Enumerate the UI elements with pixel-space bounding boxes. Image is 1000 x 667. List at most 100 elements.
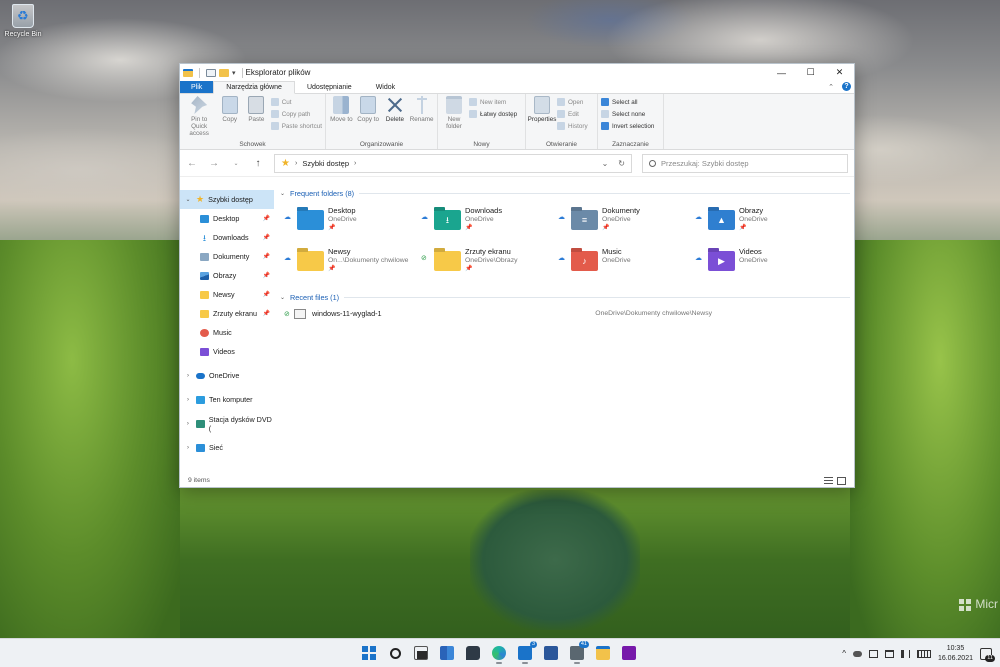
copy-to-button[interactable]: Copy to: [356, 96, 381, 140]
back-arrow-icon[interactable]: ←: [186, 158, 198, 169]
folder-tile[interactable]: ☁ Desktop OneDrive 📌: [284, 204, 421, 243]
word-button[interactable]: [540, 642, 562, 664]
edge-button[interactable]: [488, 642, 510, 664]
keyboard-icon[interactable]: [916, 649, 931, 658]
new-item-button[interactable]: New item: [469, 97, 517, 107]
tab-widok[interactable]: Widok: [364, 81, 407, 93]
tab-narzedzia-glowne[interactable]: Narzędzia główne: [213, 81, 295, 94]
folder-tile[interactable]: ☁ ♪ Music OneDrive: [558, 245, 695, 284]
nav-item-desktop[interactable]: Desktop 📌: [180, 209, 274, 228]
recycle-bin[interactable]: Recycle Bin: [4, 4, 42, 38]
expand-chevron-icon[interactable]: ›: [184, 445, 192, 451]
customize-qat-chevron-icon[interactable]: ▾: [232, 69, 236, 77]
copy-button[interactable]: Copy: [217, 96, 242, 140]
cut-button[interactable]: Cut: [270, 97, 322, 107]
paste-shortcut-button[interactable]: Paste shortcut: [270, 121, 322, 131]
nav-item-downloads[interactable]: ⭳ Downloads 📌: [180, 228, 274, 247]
breadcrumb-quick-access[interactable]: Szybki dostęp: [302, 159, 349, 168]
folder-tile[interactable]: ☁ ▲ Obrazy OneDrive 📌: [695, 204, 832, 243]
refresh-icon[interactable]: ↻: [618, 159, 625, 168]
chat-button[interactable]: [462, 642, 484, 664]
nav-item-network[interactable]: › Sieć: [180, 438, 274, 457]
clock[interactable]: 10:35 16.06.2021: [938, 644, 973, 664]
widgets-button[interactable]: [436, 642, 458, 664]
breadcrumb-chevron-icon[interactable]: ›: [354, 160, 356, 167]
notifications-button[interactable]: 11: [980, 647, 995, 662]
forward-arrow-icon[interactable]: →: [208, 158, 220, 169]
copy-path-button[interactable]: Copy path: [270, 109, 322, 119]
edit-button[interactable]: Edit: [557, 109, 588, 119]
volume-icon[interactable]: [900, 649, 910, 658]
folder-location: OneDrive: [739, 216, 768, 223]
calculator-button[interactable]: 41: [566, 641, 589, 664]
nav-item-dokumenty[interactable]: Dokumenty 📌: [180, 247, 274, 266]
rename-button[interactable]: Rename: [409, 96, 434, 140]
folder-tile[interactable]: ☁ ▶ Videos OneDrive: [695, 245, 832, 284]
tab-udostepnianie[interactable]: Udostępnianie: [295, 81, 364, 93]
open-button[interactable]: Open: [557, 97, 588, 107]
easy-access-button[interactable]: Łatwy dostęp: [469, 109, 517, 119]
collapse-chevron-icon[interactable]: ⌄: [184, 196, 192, 203]
network-tray-icon[interactable]: [884, 649, 894, 658]
group-label-otwieranie: Otwieranie: [545, 141, 578, 148]
title-bar[interactable]: ▾ Eksplorator plików — ☐ ✕: [180, 64, 854, 81]
tab-plik[interactable]: Plik: [180, 81, 214, 93]
select-none-button[interactable]: Select none: [601, 109, 654, 119]
nav-item-quick-access[interactable]: ⌄ ★ Szybki dostęp: [180, 190, 274, 209]
history-button[interactable]: History: [557, 121, 588, 131]
nav-item-newsy[interactable]: Newsy 📌: [180, 285, 274, 304]
properties-button[interactable]: Properties: [528, 96, 556, 140]
search-button[interactable]: [384, 642, 406, 664]
help-icon[interactable]: ?: [842, 82, 851, 91]
task-view-button[interactable]: [410, 642, 432, 664]
address-dropdown-icon[interactable]: ⌄: [602, 159, 609, 168]
collapse-chevron-icon[interactable]: ⌄: [280, 190, 285, 197]
expand-chevron-icon[interactable]: ›: [184, 397, 192, 403]
folder-tile[interactable]: ⊘ Zrzuty ekranu OneDrive\Obrazy 📌: [421, 245, 558, 284]
pin-quick-access-button[interactable]: Pin to Quick access: [183, 96, 215, 140]
copy-to-icon: [360, 96, 377, 114]
nav-item-music[interactable]: Music: [180, 323, 274, 342]
new-folder-qat-icon[interactable]: [219, 68, 229, 77]
nav-item-dvd-drive[interactable]: › Stacja dysków DVD (: [180, 414, 274, 433]
onenote-button[interactable]: [618, 642, 640, 664]
onedrive-tray-icon[interactable]: [852, 650, 862, 657]
collapse-chevron-icon[interactable]: ⌄: [280, 294, 285, 301]
frequent-folders-header[interactable]: ⌄ Frequent folders (8): [280, 186, 850, 200]
minimize-button[interactable]: —: [767, 64, 796, 81]
paste-button[interactable]: Paste: [244, 96, 269, 140]
nav-item-videos[interactable]: Videos: [180, 342, 274, 361]
recent-files-header[interactable]: ⌄ Recent files (1): [280, 290, 850, 304]
folder-tile[interactable]: ☁ ⭳ Downloads OneDrive 📌: [421, 204, 558, 243]
collapse-ribbon-icon[interactable]: ⌃: [828, 83, 834, 91]
delete-button[interactable]: Delete: [383, 96, 408, 140]
search-box[interactable]: Przeszukaj: Szybki dostęp: [642, 153, 848, 173]
close-button[interactable]: ✕: [825, 64, 854, 81]
recent-locations-chevron-icon[interactable]: ⌄: [230, 160, 242, 167]
move-to-button[interactable]: Move to: [329, 96, 354, 140]
folder-tile[interactable]: ☁ Newsy On...\Dokumenty chwilowe 📌: [284, 245, 421, 284]
details-view-icon[interactable]: [824, 476, 833, 485]
nav-item-this-pc[interactable]: › Ten komputer: [180, 390, 274, 409]
expand-chevron-icon[interactable]: ›: [184, 421, 192, 427]
list-item[interactable]: ⊘ windows-11-wyglad-1 OneDrive\Dokumenty…: [280, 304, 850, 323]
maximize-button[interactable]: ☐: [796, 64, 825, 81]
nav-item-zrzuty-ekranu[interactable]: Zrzuty ekranu 📌: [180, 304, 274, 323]
folder-tile[interactable]: ☁ ≡ Dokumenty OneDrive 📌: [558, 204, 695, 243]
properties-qat-icon[interactable]: [206, 68, 216, 77]
expand-chevron-icon[interactable]: ›: [184, 373, 192, 379]
file-explorer-taskbar-button[interactable]: [592, 642, 614, 664]
nav-item-obrazy[interactable]: Obrazy 📌: [180, 266, 274, 285]
invert-selection-button[interactable]: Invert selection: [601, 121, 654, 131]
up-arrow-icon[interactable]: ↑: [252, 158, 264, 169]
large-icons-view-icon[interactable]: [837, 476, 846, 485]
breadcrumb-chevron-icon[interactable]: ›: [295, 160, 297, 167]
address-bar[interactable]: ★ › Szybki dostęp › ⌄ ↻: [274, 153, 632, 173]
new-folder-button[interactable]: New folder: [441, 96, 467, 140]
nav-item-onedrive[interactable]: › OneDrive: [180, 366, 274, 385]
show-hidden-icons-chevron-icon[interactable]: ^: [842, 649, 846, 658]
select-all-button[interactable]: Select all: [601, 97, 654, 107]
tray-app-icon[interactable]: [868, 649, 878, 658]
mail-button[interactable]: 3: [514, 641, 537, 664]
start-button[interactable]: [358, 642, 380, 664]
